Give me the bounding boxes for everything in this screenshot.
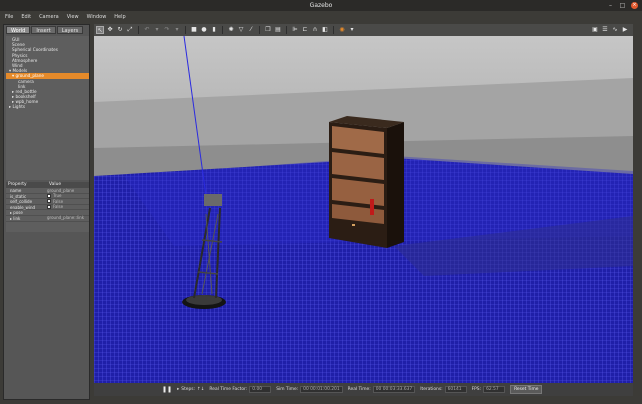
status-bar: ❚❚ ▸ Steps: ↑↓ Real Time Factor: 0.00 Si… [94,383,633,396]
robot-head [204,194,222,206]
paste-icon[interactable]: ▤ [274,26,282,34]
tree-item-label: Lights [12,104,26,110]
close-button[interactable]: × [631,2,638,9]
directional-light-icon[interactable]: ⁄ [247,26,255,34]
camera-mode-icon[interactable]: ◉ [338,26,346,34]
translate-icon[interactable]: ✥ [106,26,114,34]
box-shape-icon[interactable]: ■ [190,26,198,34]
iterations-value: 60141 [444,386,467,393]
tab-world[interactable]: World [6,26,31,34]
rotate-icon[interactable]: ↻ [116,26,124,34]
menu-bar: File Edit Camera View Window Help [0,11,642,22]
property-value [47,210,89,215]
real-time-value: 00 00:03:33.637 [372,386,416,393]
3d-viewport[interactable] [94,36,633,383]
magnet-icon[interactable]: ∩ [311,26,319,34]
spot-light-icon[interactable]: ▽ [237,26,245,34]
property-key: self_collide [10,199,33,205]
log-icon[interactable]: ☰ [601,26,609,34]
menu-help[interactable]: Help [114,14,125,20]
real-time-label: Real Time: [347,387,371,392]
align-icon[interactable]: ⊫ [291,26,299,34]
window-controls: – □ × [607,2,638,9]
undo-history-icon[interactable]: ▾ [153,26,161,34]
window-title: Gazebo [309,2,333,9]
property-key: enable_wind [10,204,36,210]
drawer-knob [352,224,355,226]
scene-render[interactable] [94,36,633,383]
fps-label: FPS: [471,387,482,392]
redo-history-icon[interactable]: ▾ [173,26,181,34]
cylinder-shape-icon[interactable]: ▮ [210,26,218,34]
minimize-button[interactable]: – [607,2,614,9]
property-value: False [47,199,89,204]
property-value: ground_plane [47,188,89,193]
property-value: True [47,193,89,199]
toolbar: ↖ ✥ ↻ ⤢ ↶ ▾ ↷ ▾ ■ ● ▮ ✺ ▽ ⁄ ❐ ▤ ⊫ ⊏ ∩ ◧ … [94,24,633,36]
step-stepper[interactable]: ↑↓ [197,387,204,392]
menu-camera[interactable]: Camera [39,14,59,20]
fps-value: 62.57 [483,386,506,393]
checkbox-checked[interactable] [47,193,51,198]
rtf-value: 0.00 [249,386,272,393]
copy-icon[interactable]: ❐ [264,26,272,34]
sim-time-value: 00 00:01:00.201 [300,386,343,393]
red-bottle-model[interactable] [370,199,374,215]
scale-icon[interactable]: ⤢ [126,26,134,34]
tab-layers[interactable]: Layers [56,26,84,34]
screenshot-icon[interactable]: ▣ [591,26,599,34]
select-arrow-icon[interactable]: ↖ [96,26,104,34]
bookshelf-side [387,122,404,248]
toolbar-right: ▣ ☰ ∿ ▶ [591,26,629,34]
left-panel: World Insert Layers GUI Scene Spherical Co… [3,24,90,400]
undo-icon[interactable]: ↶ [143,26,151,34]
toolbar-separator [185,26,186,34]
toolbar-separator [333,26,334,34]
toolbar-separator [138,26,139,34]
video-icon[interactable]: ▶ [621,26,629,34]
pause-button[interactable]: ❚❚ [162,386,172,393]
checkbox-unchecked[interactable] [47,205,51,210]
toolbar-separator [259,26,260,34]
tab-insert[interactable]: Insert [31,26,56,34]
reset-time-button[interactable]: Reset Time [510,385,543,394]
tree-item[interactable]: ▸ Lights [6,104,89,109]
property-value-text: False [53,204,64,210]
redo-icon[interactable]: ↷ [163,26,171,34]
camera-mode-dropdown-icon[interactable]: ▾ [348,26,356,34]
iterations-label: Iterations: [420,387,443,392]
point-light-icon[interactable]: ✺ [227,26,235,34]
property-value: False [47,204,89,210]
bookshelf-model[interactable] [329,116,404,248]
step-icon[interactable]: ▸ [177,387,179,392]
checkbox-unchecked[interactable] [47,199,51,204]
property-table: Property Value name ground_plane is_static… [6,182,89,232]
rtf-label: Real Time Factor: [209,387,248,392]
menu-file[interactable]: File [5,14,13,20]
property-value-text: ground_plane::link [47,215,85,221]
change-view-icon[interactable]: ◧ [321,26,329,34]
steps-label: Steps: [181,387,196,392]
property-key: name [10,188,22,193]
property-row[interactable]: ▸ link ground_plane::link [6,215,89,222]
property-key: ▸ link [10,215,21,221]
menu-view[interactable]: View [67,14,79,20]
title-bar: Gazebo – □ × [0,0,642,11]
toolbar-separator [222,26,223,34]
property-key: ▸ pose [10,210,23,216]
sphere-shape-icon[interactable]: ● [200,26,208,34]
menu-window[interactable]: Window [87,14,107,20]
menu-edit[interactable]: Edit [21,14,31,20]
snap-icon[interactable]: ⊏ [301,26,309,34]
sim-time-label: Sim Time: [276,387,299,392]
panel-tabs: World Insert Layers [6,26,84,34]
maximize-button[interactable]: □ [619,2,626,9]
world-tree: GUI Scene Spherical Coordinates Physics Atmo… [6,36,89,180]
property-value: ground_plane::link [47,215,89,221]
toolbar-separator [286,26,287,34]
property-key: is_static [10,193,27,199]
plot-icon[interactable]: ∿ [611,26,619,34]
